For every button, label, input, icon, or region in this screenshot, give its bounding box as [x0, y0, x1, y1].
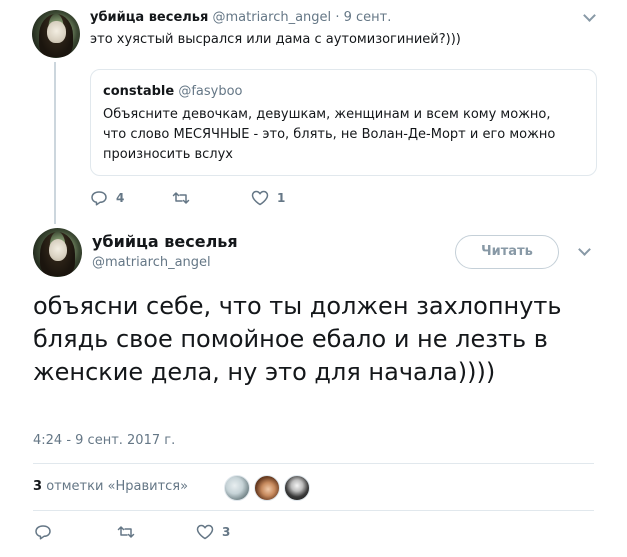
quoted-header: constable @fasyboo: [103, 84, 243, 100]
separator: ·: [335, 10, 340, 25]
retweet-icon: [172, 190, 190, 206]
author-name[interactable]: убийца веселья: [90, 10, 208, 25]
like-button[interactable]: 3: [196, 524, 230, 540]
like-count: 3: [222, 525, 231, 539]
tweet-timestamp[interactable]: 4:24 - 9 сент. 2017 г.: [33, 433, 175, 448]
retweet-button[interactable]: [117, 524, 143, 540]
author-name[interactable]: убийца веселья: [92, 232, 238, 251]
tweet-text: это хуястый высрался или дама с аутомизо…: [90, 32, 461, 47]
reply-button[interactable]: [34, 524, 60, 540]
reply-count: 4: [116, 191, 125, 205]
avatar[interactable]: [32, 10, 80, 58]
reply-icon: [90, 190, 108, 206]
quoted-author-name: constable: [103, 84, 175, 99]
divider: [33, 463, 594, 464]
quoted-author-handle: @fasyboo: [178, 84, 243, 99]
avatar[interactable]: [33, 228, 82, 277]
quoted-text: Объясните девочкам, девушкам, женщинам и…: [103, 107, 556, 162]
reply-icon: [34, 524, 52, 540]
author-handle[interactable]: @matriarch_angel: [92, 255, 211, 270]
likes-label: отметки «Нравится»: [46, 479, 189, 494]
likers-avatars: [224, 475, 310, 501]
quoted-tweet[interactable]: constable @fasyboo Объясните девочкам, д…: [90, 69, 597, 176]
likes-summary[interactable]: 3 отметки «Нравится»: [33, 479, 188, 494]
divider: [33, 510, 594, 511]
retweet-icon: [117, 524, 135, 540]
liker-avatar[interactable]: [284, 475, 310, 501]
author-handle[interactable]: @matriarch_angel: [213, 10, 332, 25]
like-button[interactable]: 1: [251, 190, 285, 206]
likes-count: 3: [33, 479, 43, 494]
retweet-button[interactable]: [172, 190, 198, 206]
like-count: 1: [277, 191, 286, 205]
heart-icon: [251, 190, 269, 206]
tweet-header: убийца веселья @matriarch_angel · 9 сент…: [90, 10, 391, 26]
heart-icon: [196, 524, 214, 540]
chevron-down-icon[interactable]: [583, 9, 596, 22]
liker-avatar[interactable]: [254, 475, 280, 501]
reply-button[interactable]: 4: [90, 190, 124, 206]
thread-line: [54, 62, 56, 224]
follow-button[interactable]: Читать: [455, 235, 559, 269]
tweet-date[interactable]: 9 сент.: [344, 10, 392, 25]
liker-avatar[interactable]: [224, 475, 250, 501]
chevron-down-icon[interactable]: [578, 243, 591, 256]
tweet-text: объясни себе, что ты должен захлопнуть б…: [33, 292, 562, 386]
